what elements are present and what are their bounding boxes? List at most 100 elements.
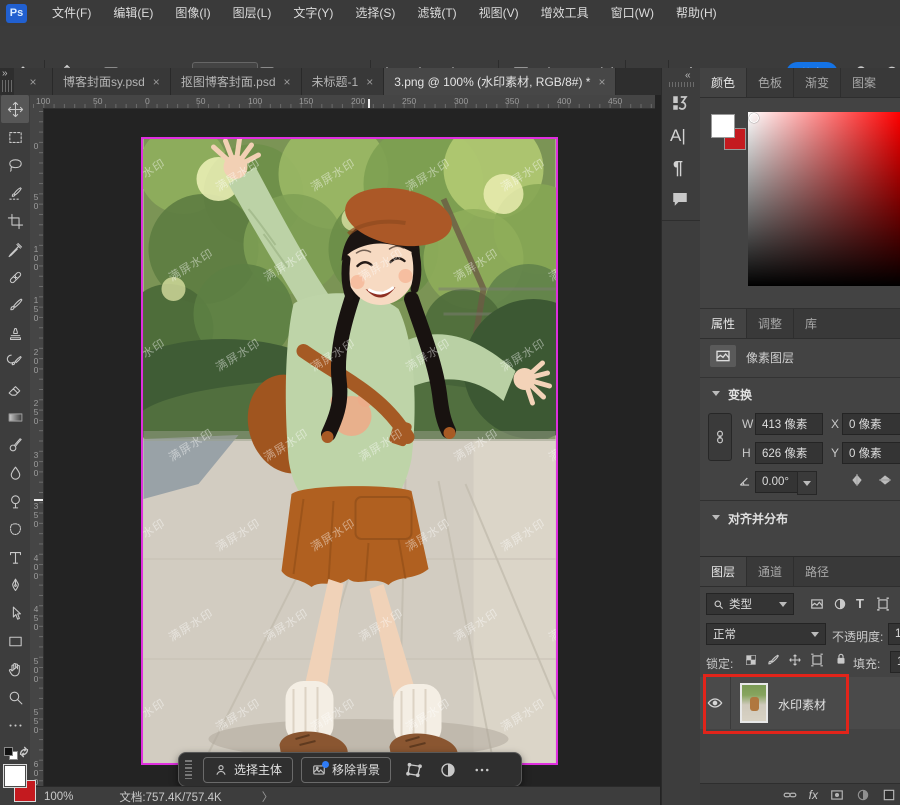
filter-pixel-layers-icon[interactable] (810, 597, 824, 611)
marquee-tool[interactable] (1, 123, 29, 151)
select-subject-button[interactable]: 选择主体 (203, 757, 293, 783)
menu-layer[interactable]: 图层(L) (222, 0, 283, 26)
tab-libraries[interactable]: 库 (794, 309, 828, 338)
menu-plugins[interactable]: 增效工具 (530, 0, 600, 26)
crop-tool[interactable] (1, 207, 29, 235)
layer-mask-icon[interactable] (830, 788, 844, 802)
align-section-title[interactable]: 对齐并分布 (728, 510, 788, 527)
lasso-tool[interactable] (1, 151, 29, 179)
color-field-marker[interactable] (749, 113, 759, 123)
tab-document-1[interactable]: 博客封面sy.psd × (53, 68, 171, 95)
filter-type-layers-icon[interactable]: T (856, 596, 864, 611)
lock-all-icon[interactable] (834, 652, 848, 666)
taskbar-more-icon[interactable] (473, 761, 491, 779)
tab-gradients[interactable]: 渐变 (794, 68, 841, 97)
close-tab-icon[interactable]: × (366, 75, 373, 89)
comments-panel-icon[interactable] (671, 190, 689, 208)
remove-background-button[interactable]: 移除背景 (301, 757, 391, 783)
menu-select[interactable]: 选择(S) (344, 0, 406, 26)
mixer-brush-tool[interactable] (1, 431, 29, 459)
layer-name[interactable]: 水印素材 (778, 696, 826, 713)
close-tab-icon[interactable]: × (284, 75, 291, 89)
tab-document-3[interactable]: 未标题-1 × (302, 68, 385, 95)
edit-toolbar-tool[interactable] (1, 711, 29, 739)
close-tab-icon[interactable]: × (29, 75, 36, 89)
blur-tool[interactable] (1, 459, 29, 487)
lock-transparency-icon[interactable] (744, 653, 758, 667)
new-adjustment-layer-icon[interactable] (856, 788, 870, 802)
document-canvas[interactable]: 满屏水印满屏水印满屏水印满屏水印满屏水印满屏水印满屏水印满屏水印满屏水印满屏水印… (143, 139, 556, 763)
lock-artboard-icon[interactable] (810, 653, 824, 667)
move-tool[interactable] (1, 95, 29, 123)
menu-file[interactable]: 文件(F) (41, 0, 102, 26)
tab-layers[interactable]: 图层 (700, 557, 747, 586)
layer-filter-dropdown[interactable]: 类型 (706, 593, 794, 615)
blend-mode-dropdown[interactable]: 正常 (706, 623, 826, 645)
tab-adjustments[interactable]: 调整 (747, 309, 794, 338)
rectangle-tool[interactable] (1, 627, 29, 655)
tab-properties[interactable]: 属性 (700, 309, 747, 338)
horizontal-ruler[interactable]: 100 50 0 50 100 150 200 250 300 350 400 … (30, 95, 655, 109)
sponge-tool[interactable] (1, 515, 29, 543)
angle-dropdown-button[interactable] (797, 471, 817, 495)
foreground-color-swatch[interactable] (711, 114, 735, 138)
glyphs-panel-icon[interactable] (671, 94, 689, 112)
y-input[interactable]: 0 像素 (842, 442, 900, 464)
close-tab-icon[interactable]: × (598, 75, 605, 89)
adjustment-icon[interactable] (439, 761, 457, 779)
layer-thumbnail[interactable] (740, 683, 768, 723)
tab-swatches[interactable]: 色板 (747, 68, 794, 97)
x-input[interactable]: 0 像素 (842, 413, 900, 435)
color-field[interactable] (748, 112, 900, 286)
foreground-color-swatch[interactable] (3, 764, 27, 788)
paragraph-panel-icon[interactable]: ¶ (673, 158, 683, 179)
link-dimensions-icon[interactable] (708, 413, 732, 461)
panel-grip[interactable] (669, 82, 695, 87)
layer-effects-icon[interactable]: fx (809, 788, 818, 802)
width-input[interactable]: 413 像素 (755, 413, 823, 435)
section-collapse-caret[interactable] (712, 515, 720, 520)
menu-view[interactable]: 视图(V) (468, 0, 530, 26)
flip-vertical-icon[interactable] (878, 473, 892, 487)
hand-tool[interactable] (1, 655, 29, 683)
section-collapse-caret[interactable] (712, 391, 720, 396)
taskbar-drag-handle[interactable] (185, 760, 195, 779)
dock-grip[interactable] (2, 80, 12, 92)
flip-horizontal-icon[interactable] (850, 473, 864, 487)
default-colors-icon-front[interactable] (4, 747, 13, 756)
gradient-tool[interactable] (1, 403, 29, 431)
link-layers-icon[interactable] (783, 788, 797, 802)
tab-patterns[interactable]: 图案 (841, 68, 887, 97)
filter-smart-objects-icon[interactable] (876, 597, 890, 611)
fill-input[interactable]: 100% (890, 651, 900, 673)
tab-truncated[interactable]: × (14, 68, 53, 95)
menu-filter[interactable]: 滤镜(T) (406, 0, 467, 26)
status-chevron-icon[interactable]: 〉 (262, 789, 274, 805)
object-selection-tool[interactable] (1, 179, 29, 207)
menu-type[interactable]: 文字(Y) (282, 0, 344, 26)
tab-channels[interactable]: 通道 (747, 557, 794, 586)
eraser-tool[interactable] (1, 375, 29, 403)
brush-tool[interactable] (1, 291, 29, 319)
new-layer-icon[interactable] (882, 788, 896, 802)
type-tool[interactable] (1, 543, 29, 571)
tab-color[interactable]: 颜色 (700, 68, 747, 97)
tab-document-2[interactable]: 抠图博客封面.psd × (171, 68, 302, 95)
opacity-input[interactable]: 100% (888, 623, 900, 645)
lock-position-icon[interactable] (788, 653, 802, 667)
swap-colors-icon[interactable] (17, 745, 31, 759)
collapse-panels-icon[interactable]: « (685, 70, 691, 81)
menu-help[interactable]: 帮助(H) (665, 0, 728, 26)
layer-visibility-toggle[interactable] (700, 677, 731, 729)
zoom-level[interactable]: 100% (44, 791, 73, 803)
transform-icon[interactable] (405, 761, 423, 779)
path-select-tool[interactable] (1, 599, 29, 627)
character-panel-icon[interactable]: A| (670, 126, 686, 146)
filter-adjustment-layers-icon[interactable] (833, 597, 847, 611)
dodge-tool[interactable] (1, 487, 29, 515)
lock-pixels-icon[interactable] (766, 653, 780, 667)
clone-stamp-tool[interactable] (1, 319, 29, 347)
height-input[interactable]: 626 像素 (755, 442, 823, 464)
eyedropper-tool[interactable] (1, 235, 29, 263)
layer-row-watermark[interactable]: 水印素材 (700, 677, 900, 729)
